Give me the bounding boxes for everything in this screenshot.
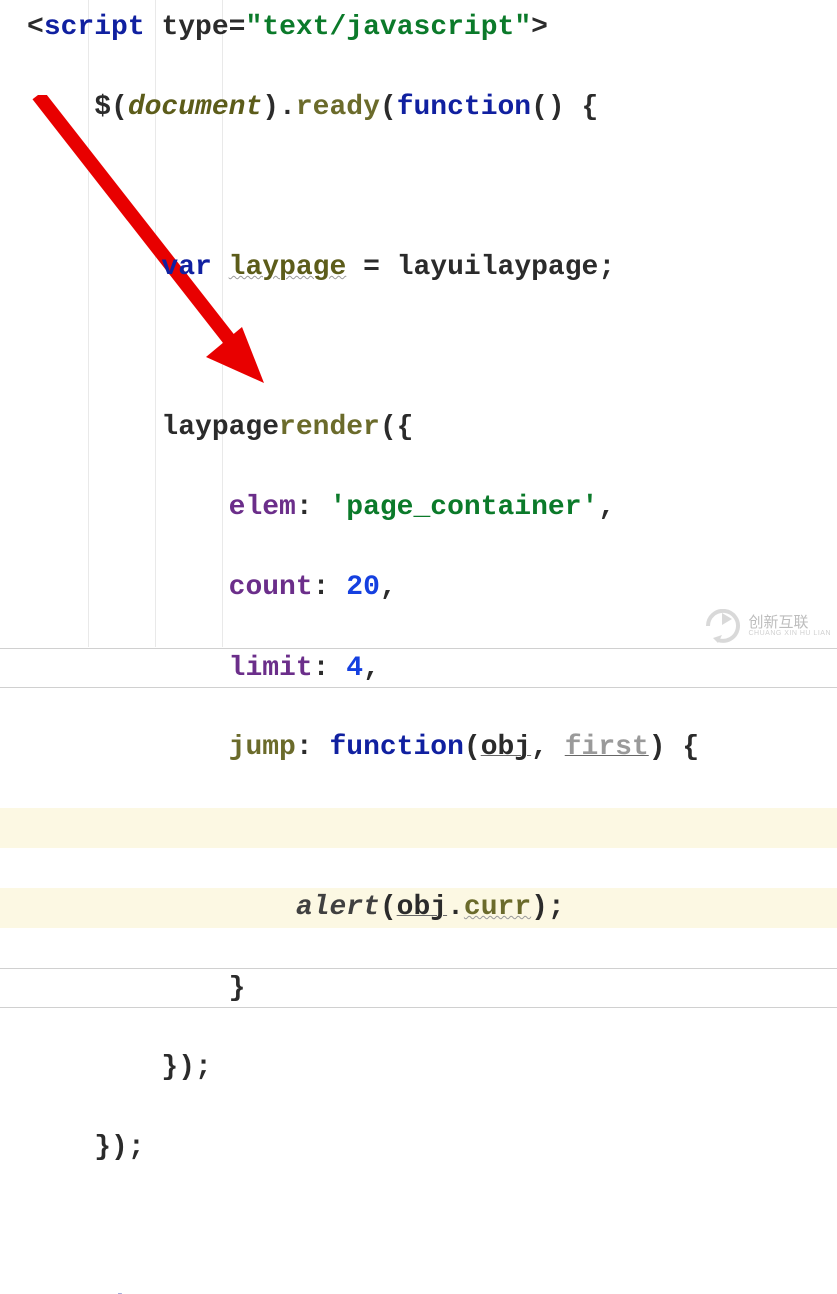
code-line: }); xyxy=(0,1048,837,1088)
code-line: alert(obj.curr); xyxy=(0,888,837,928)
code-line: elem: 'page_container', xyxy=(0,488,837,528)
code-line: }); xyxy=(0,1128,837,1168)
code-line xyxy=(0,328,837,368)
code-line xyxy=(0,168,837,208)
code-line: $(document).ready(function() { xyxy=(0,88,837,128)
code-line xyxy=(0,808,837,848)
code-line: </script> xyxy=(0,1288,837,1294)
code-line: limit: 4, xyxy=(0,648,837,688)
code-line: var laypage = layuilaypage; xyxy=(0,248,837,288)
code-block: <script type="text/javascript"> $(docume… xyxy=(0,0,837,1294)
code-line: <script type="text/javascript"> xyxy=(0,8,837,48)
code-line xyxy=(0,1208,837,1248)
code-line-highlight: jump: function(obj, first) { xyxy=(0,728,837,768)
code-line: laypagerender({ xyxy=(0,408,837,448)
code-editor-viewport: <script type="text/javascript"> $(docume… xyxy=(0,0,837,647)
code-line: count: 20, xyxy=(0,568,837,608)
code-line: } xyxy=(0,968,837,1008)
